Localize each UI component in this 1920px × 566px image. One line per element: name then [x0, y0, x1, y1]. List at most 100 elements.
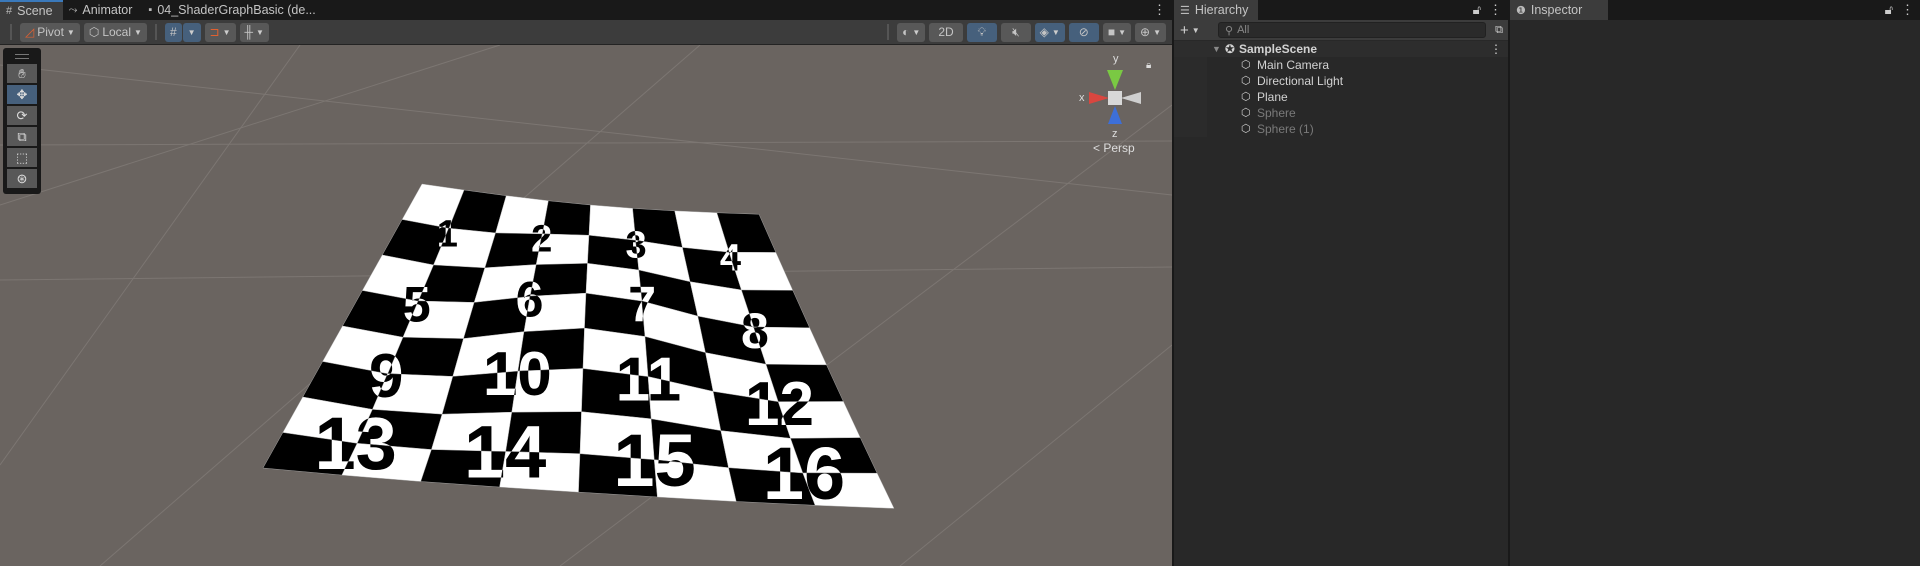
camera-dropdown[interactable]: ■ ▼	[1102, 22, 1132, 42]
tool-palette: ✋︎ ✥ ⟳ ⧉ ⬚ ⊛	[3, 48, 41, 194]
hierarchy-item[interactable]: ⬡ Main Camera	[1207, 57, 1508, 73]
gizmo-y-label: y	[1113, 53, 1119, 65]
effects-toggle[interactable]: ◈ ▼	[1034, 22, 1065, 42]
tab-hierarchy[interactable]: ☰ Hierarchy	[1174, 0, 1259, 20]
tab-inspector[interactable]: ❶ Inspector	[1510, 0, 1609, 20]
shader-icon: ▪	[148, 4, 153, 16]
increment-snap-button[interactable]: ⊐ ▼	[204, 22, 236, 42]
2d-toggle[interactable]: 2D	[929, 22, 963, 42]
move-icon: ✥	[16, 86, 28, 102]
move-tool[interactable]: ✥	[7, 85, 37, 104]
plane-number: 10	[483, 340, 552, 409]
ruler-dropdown[interactable]: ╫ ▼	[239, 22, 269, 42]
plane-number: 3	[625, 225, 646, 267]
toolbar-grip	[10, 24, 12, 40]
projection-toggle[interactable]: < Persp	[1093, 141, 1135, 155]
plane-number: 11	[616, 346, 682, 415]
tab-shader-graph[interactable]: ▪ 04_ShaderGraphBasic (de...	[142, 0, 325, 20]
plane-number: 2	[531, 218, 552, 260]
transform-tool[interactable]: ⊛	[7, 169, 37, 188]
grid-snap-button[interactable]: #	[164, 22, 182, 42]
gizmo-x-label: x	[1079, 92, 1085, 104]
hand-tool[interactable]: ✋︎	[7, 64, 37, 83]
expand-arrow-icon[interactable]: ▼	[1212, 44, 1221, 54]
local-dropdown[interactable]: ⬡ Local ▼	[83, 22, 147, 42]
gameobject-cube-icon: ⬡	[1241, 123, 1251, 135]
gameobject-cube-icon: ⬡	[1241, 59, 1251, 71]
more-menu-icon[interactable]: ⋮	[1153, 2, 1166, 18]
plane-number: 15	[613, 419, 695, 502]
gizmo-y-cone[interactable]	[1107, 70, 1123, 90]
plane-number: 9	[369, 342, 403, 411]
chevron-down-icon: ▼	[134, 27, 142, 37]
animator-icon: ⤳	[68, 3, 78, 16]
add-icon[interactable]: +	[1180, 22, 1189, 39]
grid-icon: #	[6, 5, 13, 17]
tab-scene[interactable]: # Scene	[0, 0, 63, 20]
lock-icon[interactable]: 🔓︎	[1885, 2, 1893, 18]
chevron-down-icon: ▼	[222, 27, 231, 37]
plane-number: 6	[516, 272, 544, 328]
scale-tool[interactable]: ⧉	[7, 127, 37, 146]
scene-tabbar: # Scene ⤳ Animator ▪ 04_ShaderGraphBasic (d…	[0, 0, 1172, 20]
chevron-down-icon: ▼	[256, 27, 264, 37]
hierarchy-search-input[interactable]: ⚲ All	[1218, 22, 1486, 38]
tab-animator[interactable]: ⤳ Animator	[63, 0, 143, 20]
gizmo-x-cone[interactable]	[1089, 92, 1109, 104]
more-menu-icon[interactable]: ⋮	[1489, 2, 1502, 18]
scale-icon: ⧉	[17, 128, 27, 144]
list-icon: ☰	[1180, 4, 1190, 17]
grid-snap-dropdown[interactable]: ▼	[182, 22, 201, 42]
scene-viewport[interactable]: 1 2 3 4 5 6 7 8 9 10 11 12 13 14 15 16	[0, 45, 1172, 566]
hierarchy-item[interactable]: ⬡ Plane	[1207, 89, 1508, 105]
gizmo-center-cube[interactable]	[1108, 91, 1122, 105]
inspector-menu: 🔓︎ ⋮	[1885, 2, 1914, 18]
shading-icon: ◐	[902, 25, 910, 39]
hierarchy-item-label: Main Camera	[1257, 58, 1330, 72]
grid-line	[899, 344, 1172, 566]
gizmo-neg-x-cone[interactable]	[1121, 92, 1141, 104]
pivot-label: Pivot	[37, 25, 64, 39]
pivot-dropdown[interactable]: ◿ Pivot ▼	[20, 22, 80, 42]
chevron-down-icon: ▼	[66, 27, 75, 37]
chevron-down-icon[interactable]: ▼	[1192, 26, 1200, 35]
plane-number: 16	[763, 432, 845, 515]
info-icon: ❶	[1516, 4, 1526, 17]
more-menu-icon[interactable]: ⋮	[1490, 42, 1502, 56]
hierarchy-item[interactable]: ⬡ Sphere	[1207, 105, 1508, 121]
hierarchy-tabbar: ☰ Hierarchy 🔓︎ ⋮	[1174, 0, 1508, 20]
scene-row[interactable]: ▼ ✪ SampleScene ⋮	[1174, 41, 1508, 57]
ruler-icon: ╫	[244, 25, 254, 39]
scene-visibility-toggle[interactable]: ⊘	[1068, 22, 1099, 42]
audio-toggle[interactable]: 🔇︎	[1001, 22, 1031, 42]
hierarchy-item[interactable]: ⬡ Sphere (1)	[1207, 121, 1508, 137]
draw-mode-dropdown[interactable]: ◐ ▼	[897, 22, 926, 42]
chevron-down-icon: ▼	[187, 27, 196, 37]
grid-line	[0, 45, 501, 206]
local-label: Local	[102, 25, 132, 39]
camera-icon: ■	[1107, 25, 1116, 39]
gizmo-z-cone[interactable]	[1108, 106, 1122, 124]
plane-number: 12	[745, 370, 814, 439]
rotate-tool[interactable]: ⟳	[7, 106, 37, 125]
more-menu-icon[interactable]: ⋮	[1901, 2, 1914, 18]
lightbulb-icon: 💡︎	[977, 24, 987, 39]
lock-icon[interactable]: 🔓︎	[1473, 2, 1481, 18]
scene-search-icon[interactable]: ⧉	[1495, 24, 1503, 37]
plane-number: 5	[403, 277, 431, 333]
hierarchy-item[interactable]: ⬡ Directional Light	[1207, 73, 1508, 89]
palette-handle[interactable]	[15, 54, 29, 59]
hierarchy-item-label: Plane	[1257, 90, 1288, 104]
scene-panel: # Scene ⤳ Animator ▪ 04_ShaderGraphBasic (d…	[0, 0, 1172, 566]
rect-icon: ⬚	[15, 149, 29, 165]
grid-snap-icon: #	[169, 25, 177, 39]
chevron-down-icon: ▼	[1153, 27, 1161, 37]
gizmos-dropdown[interactable]: ⊕ ▼	[1135, 22, 1166, 42]
gizmo-z-label: z	[1112, 128, 1118, 140]
projection-label: Persp	[1103, 141, 1135, 155]
rect-tool[interactable]: ⬚	[7, 148, 37, 167]
grid-line	[0, 64, 1172, 196]
toolbar-divider	[154, 24, 157, 40]
tab-label: Animator	[82, 3, 133, 17]
lighting-toggle[interactable]: 💡︎	[966, 22, 998, 42]
